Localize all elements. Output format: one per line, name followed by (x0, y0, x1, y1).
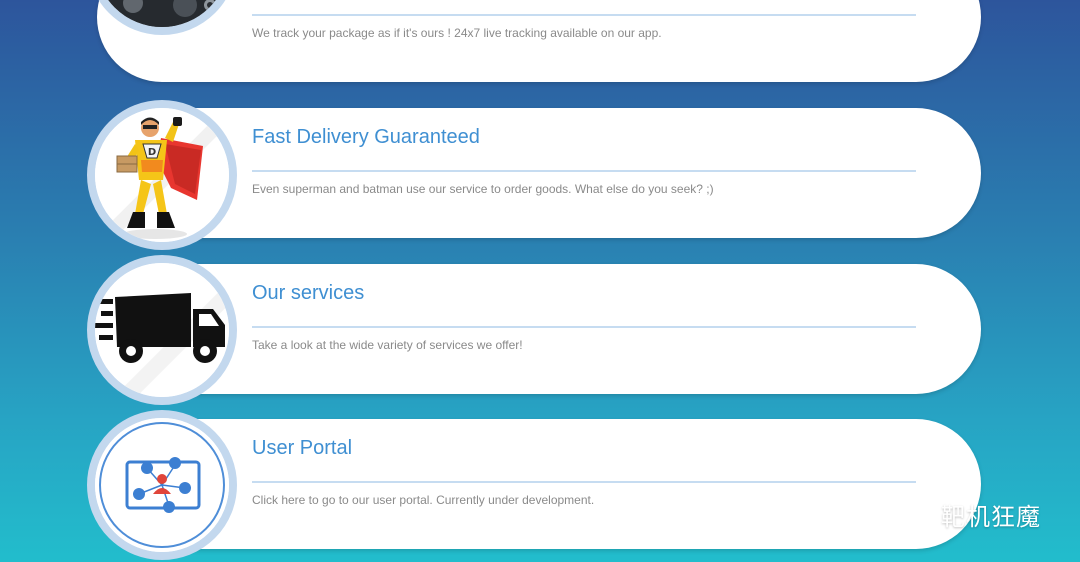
our-services-avatar (87, 255, 237, 405)
card-divider (252, 481, 916, 483)
card-description: Even superman and batman use our service… (252, 182, 714, 196)
user-portal-avatar (87, 410, 237, 560)
chest-badge-letter: D (148, 147, 156, 158)
card-title: Fast Delivery Guaranteed (252, 126, 480, 148)
delivery-truck-icon (95, 263, 229, 397)
tracking-card[interactable]: We track your package as if it's ours ! … (97, 0, 981, 82)
fast-delivery-avatar: D (87, 100, 237, 250)
card-title: User Portal (252, 437, 353, 459)
card-divider (252, 14, 916, 16)
card-divider (252, 170, 916, 172)
superhero-delivery-icon: D (95, 108, 229, 242)
user-network-icon (95, 418, 229, 552)
wechat-icon (892, 500, 932, 530)
watermark-text: 靶机狂魔 (941, 502, 1041, 531)
wechat-watermark: 靶机狂魔 (891, 496, 1041, 532)
card-description: Click here to go to our user portal. Cur… (252, 493, 595, 507)
card-description: We track your package as if it's ours ! … (252, 26, 662, 40)
card-description: Take a look at the wide variety of servi… (252, 338, 523, 352)
card-divider (252, 326, 916, 328)
card-title: Our services (252, 282, 365, 304)
